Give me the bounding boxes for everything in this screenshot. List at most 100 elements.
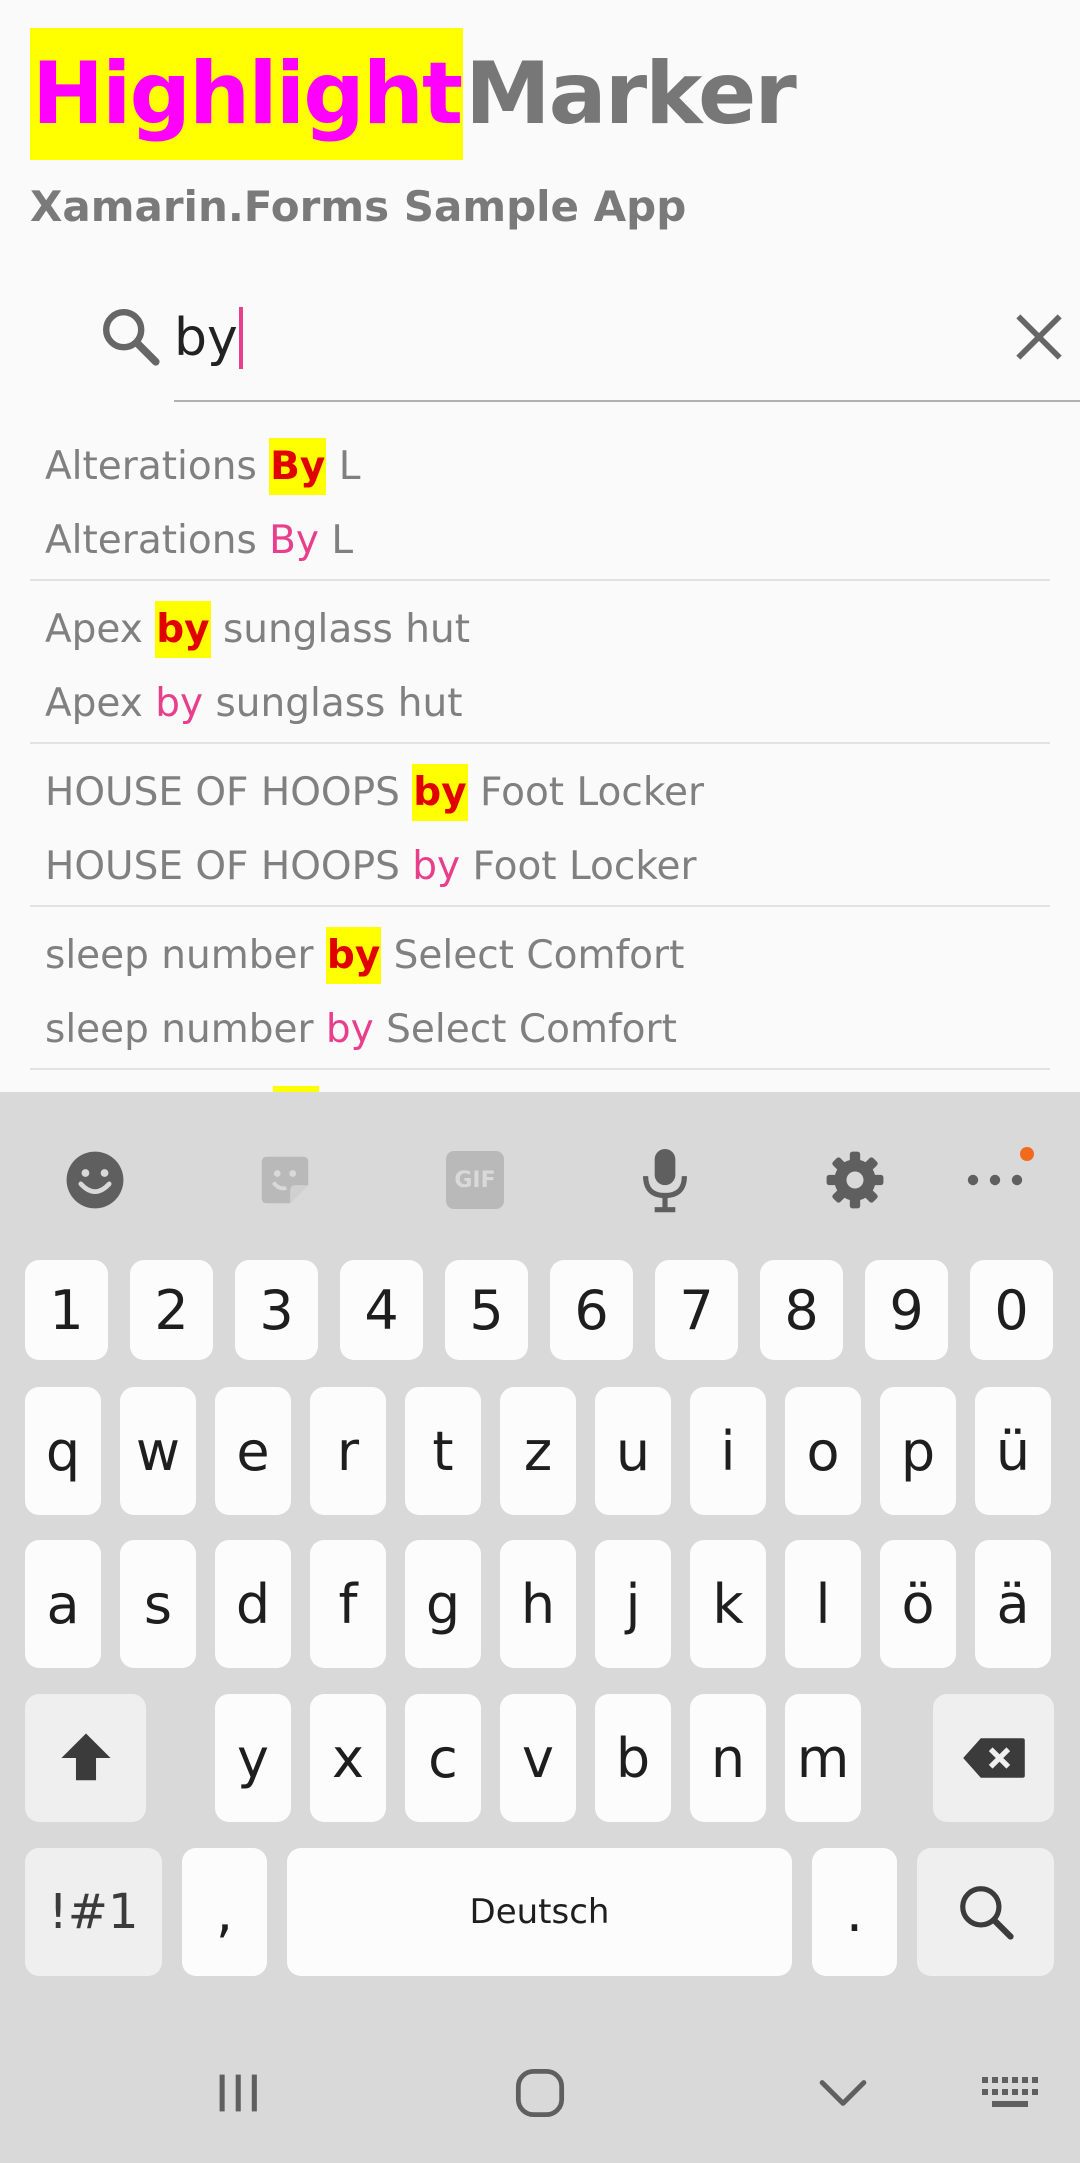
- match-highlight: By: [269, 438, 327, 495]
- result-line-colored: Alterations By L: [45, 518, 354, 563]
- hide-keyboard-button[interactable]: [803, 2053, 883, 2133]
- list-item[interactable]: sleep number by Select Comfort sleep num…: [30, 907, 1050, 1070]
- key-z[interactable]: z: [500, 1387, 576, 1515]
- search-action-key[interactable]: [917, 1848, 1054, 1976]
- voice-input-button[interactable]: [625, 1140, 705, 1220]
- key-q[interactable]: q: [25, 1387, 101, 1515]
- key-7[interactable]: 7: [655, 1260, 738, 1360]
- key-2[interactable]: 2: [130, 1260, 213, 1360]
- space-key[interactable]: Deutsch: [287, 1848, 792, 1976]
- key-y[interactable]: y: [215, 1694, 291, 1822]
- key-5[interactable]: 5: [445, 1260, 528, 1360]
- key-a[interactable]: a: [25, 1540, 101, 1668]
- search-icon: [103, 309, 160, 366]
- gif-icon: GIF: [446, 1151, 504, 1209]
- results-list: Alterations By L Alterations By L Apex b…: [30, 418, 1050, 1092]
- shift-key[interactable]: [25, 1694, 146, 1822]
- settings-button[interactable]: [815, 1140, 895, 1220]
- symbols-key[interactable]: !#1: [25, 1848, 162, 1976]
- gif-button[interactable]: GIF: [435, 1140, 515, 1220]
- key-k[interactable]: k: [690, 1540, 766, 1668]
- key-0[interactable]: 0: [970, 1260, 1053, 1360]
- key-o-umlaut[interactable]: ö: [880, 1540, 956, 1668]
- result-line-marker: sleep number by Select Comfort: [45, 927, 684, 984]
- list-item[interactable]: Apex by sunglass hut Apex by sunglass hu…: [30, 581, 1050, 744]
- key-v[interactable]: v: [500, 1694, 576, 1822]
- search-icon: [959, 1886, 1014, 1940]
- key-t[interactable]: t: [405, 1387, 481, 1515]
- search-input[interactable]: by: [174, 280, 1080, 402]
- key-3[interactable]: 3: [235, 1260, 318, 1360]
- list-item[interactable]: Alterations By L Alterations By L: [30, 418, 1050, 581]
- key-b[interactable]: b: [595, 1694, 671, 1822]
- result-line-colored: HOUSE OF HOOPS by Foot Locker: [45, 844, 697, 889]
- result-line-colored: Apex by sunglass hut: [45, 681, 463, 726]
- key-6[interactable]: 6: [550, 1260, 633, 1360]
- key-1[interactable]: 1: [25, 1260, 108, 1360]
- comma-key[interactable]: ,: [182, 1848, 267, 1976]
- match-colored: By: [269, 518, 319, 563]
- app-screen: Highlight Marker Xamarin.Forms Sample App…: [0, 0, 1080, 1092]
- home-icon: [515, 2068, 565, 2118]
- backspace-icon: [962, 1738, 1025, 1778]
- keyboard-toolbar: GIF: [0, 1092, 1080, 1262]
- text-cursor: [238, 307, 243, 369]
- shift-icon: [60, 1733, 111, 1781]
- key-s[interactable]: s: [120, 1540, 196, 1668]
- key-p[interactable]: p: [880, 1387, 956, 1515]
- key-4[interactable]: 4: [340, 1260, 423, 1360]
- list-item[interactable]: HOUSE OF HOOPS by Foot Locker HOUSE OF H…: [30, 744, 1050, 907]
- sticker-icon: [261, 1156, 309, 1204]
- key-a-umlaut[interactable]: ä: [975, 1540, 1051, 1668]
- sticker-button[interactable]: [245, 1140, 325, 1220]
- home-button[interactable]: [500, 2053, 580, 2133]
- app-title-rest: Marker: [465, 44, 797, 144]
- key-e[interactable]: e: [215, 1387, 291, 1515]
- period-key[interactable]: .: [812, 1848, 897, 1976]
- match-colored: by: [412, 844, 461, 889]
- key-j[interactable]: j: [595, 1540, 671, 1668]
- key-d[interactable]: d: [215, 1540, 291, 1668]
- key-h[interactable]: h: [500, 1540, 576, 1668]
- key-u[interactable]: u: [595, 1387, 671, 1515]
- key-n[interactable]: n: [690, 1694, 766, 1822]
- match-colored: by: [155, 681, 204, 726]
- recent-apps-icon: [219, 2074, 257, 2112]
- gear-icon: [826, 1151, 884, 1209]
- key-g[interactable]: g: [405, 1540, 481, 1668]
- key-o[interactable]: o: [785, 1387, 861, 1515]
- notification-dot: [1020, 1147, 1034, 1161]
- clear-icon[interactable]: [1008, 306, 1070, 368]
- recent-apps-button[interactable]: [198, 2053, 278, 2133]
- key-w[interactable]: w: [120, 1387, 196, 1515]
- key-r[interactable]: r: [310, 1387, 386, 1515]
- app-subtitle: Xamarin.Forms Sample App: [30, 182, 687, 231]
- backspace-key[interactable]: [933, 1694, 1054, 1822]
- result-line-marker: HOUSE OF HOOPS by Foot Locker: [45, 764, 704, 821]
- keyboard-switch-button[interactable]: [970, 2053, 1050, 2133]
- emoji-button[interactable]: [55, 1140, 135, 1220]
- key-8[interactable]: 8: [760, 1260, 843, 1360]
- match-colored: by: [325, 1007, 374, 1052]
- search-bar: by: [80, 280, 1080, 402]
- key-l[interactable]: l: [785, 1540, 861, 1668]
- keyboard-icon: [982, 2077, 1038, 2107]
- match-highlight: by: [325, 927, 382, 984]
- key-m[interactable]: m: [785, 1694, 861, 1822]
- app-title: Highlight Marker: [30, 28, 797, 160]
- microphone-icon: [643, 1149, 687, 1213]
- result-line-colored: sleep number by Select Comfort: [45, 1007, 677, 1052]
- more-icon: [967, 1174, 1023, 1186]
- emoji-icon: [66, 1151, 124, 1209]
- chevron-down-icon: [819, 2080, 867, 2106]
- match-highlight: by: [412, 764, 468, 821]
- search-input-value: by: [174, 308, 238, 368]
- match-highlight: by: [155, 601, 211, 658]
- key-u-umlaut[interactable]: ü: [975, 1387, 1051, 1515]
- keyboard: GIF 1 2 3 4 5 6 7 8 9 0 q w e r t z u i …: [0, 1092, 1080, 2163]
- key-i[interactable]: i: [690, 1387, 766, 1515]
- key-x[interactable]: x: [310, 1694, 386, 1822]
- key-9[interactable]: 9: [865, 1260, 948, 1360]
- key-f[interactable]: f: [310, 1540, 386, 1668]
- key-c[interactable]: c: [405, 1694, 481, 1822]
